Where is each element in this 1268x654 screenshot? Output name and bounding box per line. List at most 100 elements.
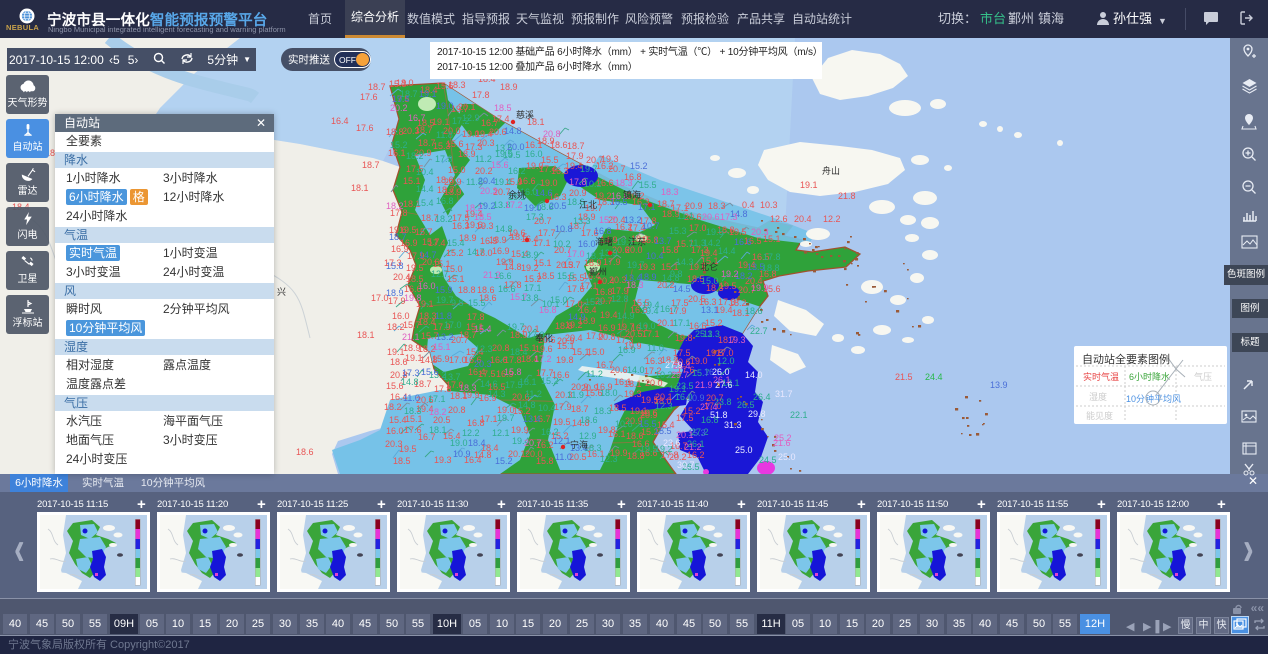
- svg-text:20.8: 20.8: [598, 332, 616, 342]
- svg-text:17.1: 17.1: [673, 318, 691, 328]
- svg-text:18.6: 18.6: [550, 140, 568, 150]
- svg-text:27.6: 27.6: [715, 380, 733, 390]
- svg-text:15.9: 15.9: [435, 285, 453, 295]
- svg-text:15.2: 15.2: [541, 376, 559, 386]
- svg-text:18.2: 18.2: [406, 151, 424, 161]
- svg-text:20.1: 20.1: [458, 102, 476, 112]
- svg-text:17.2: 17.2: [534, 354, 552, 364]
- svg-text:23.6: 23.6: [663, 438, 681, 448]
- svg-text:10.2: 10.2: [584, 179, 602, 189]
- svg-text:17.1: 17.1: [533, 238, 551, 248]
- svg-text:19.6: 19.6: [535, 344, 553, 354]
- svg-text:19.9: 19.9: [751, 283, 769, 293]
- svg-text:18.1: 18.1: [624, 379, 642, 389]
- svg-text:10.4: 10.4: [416, 167, 434, 177]
- svg-text:12.3: 12.3: [655, 401, 673, 411]
- svg-text:20.9: 20.9: [685, 201, 703, 211]
- svg-text:15.3: 15.3: [669, 226, 687, 236]
- svg-text:18.5: 18.5: [494, 103, 512, 113]
- svg-text:15.5: 15.5: [468, 298, 486, 308]
- svg-text:20.7: 20.7: [524, 438, 542, 448]
- svg-text:20.2: 20.2: [475, 166, 493, 176]
- svg-text:14.9: 14.9: [617, 311, 635, 321]
- svg-text:18.9: 18.9: [521, 250, 539, 260]
- svg-text:21.2: 21.2: [684, 442, 702, 452]
- svg-text:鄞州: 鄞州: [589, 266, 607, 277]
- svg-text:24.4: 24.4: [925, 372, 943, 382]
- svg-text:11.1: 11.1: [677, 211, 694, 221]
- svg-text:16.0: 16.0: [578, 239, 596, 249]
- svg-text:15.0: 15.0: [448, 165, 466, 175]
- svg-text:19.8: 19.8: [556, 355, 574, 365]
- svg-text:14.8: 14.8: [495, 224, 513, 234]
- svg-text:20.6: 20.6: [702, 212, 720, 222]
- svg-text:21.9: 21.9: [695, 380, 713, 390]
- svg-text:17.9: 17.9: [603, 257, 621, 267]
- svg-text:19.5: 19.5: [553, 417, 571, 427]
- svg-text:25.0: 25.0: [735, 445, 753, 455]
- svg-text:19.5: 19.5: [399, 444, 417, 454]
- svg-text:18.7: 18.7: [389, 232, 407, 242]
- svg-text:17.6: 17.6: [360, 92, 378, 102]
- svg-text:18.3: 18.3: [459, 383, 477, 393]
- svg-text:11.0: 11.0: [647, 343, 664, 353]
- svg-text:12.2: 12.2: [462, 428, 480, 438]
- svg-text:20.7: 20.7: [608, 164, 626, 174]
- svg-text:18.3: 18.3: [626, 280, 644, 290]
- svg-text:17.8: 17.8: [569, 177, 587, 187]
- svg-text:19.8: 19.8: [675, 333, 693, 343]
- svg-text:15.6: 15.6: [491, 160, 509, 170]
- svg-text:12.3: 12.3: [475, 344, 493, 354]
- svg-text:19.7: 19.7: [497, 413, 515, 423]
- svg-text:14.6: 14.6: [535, 188, 553, 198]
- svg-text:14.4: 14.4: [718, 246, 736, 256]
- svg-text:17.8: 17.8: [472, 90, 490, 100]
- svg-text:18.3: 18.3: [661, 187, 679, 197]
- svg-text:25.3: 25.3: [695, 329, 713, 339]
- svg-text:23.5: 23.5: [676, 381, 694, 391]
- svg-text:10.7: 10.7: [642, 221, 660, 231]
- svg-text:10.6: 10.6: [615, 419, 633, 429]
- svg-text:6小时降水: 6小时降水: [1129, 371, 1170, 382]
- svg-text:11.2: 11.2: [525, 389, 542, 399]
- svg-text:51.8: 51.8: [710, 410, 728, 420]
- svg-text:15.4: 15.4: [389, 415, 407, 425]
- svg-text:18.7: 18.7: [368, 82, 386, 92]
- svg-text:24.5: 24.5: [759, 455, 777, 465]
- svg-text:江北: 江北: [579, 200, 597, 210]
- svg-text:18.7: 18.7: [571, 404, 589, 414]
- svg-text:14.9: 14.9: [568, 312, 586, 322]
- svg-text:29.7: 29.7: [671, 370, 689, 380]
- svg-text:11.8: 11.8: [436, 130, 453, 140]
- svg-text:15.5: 15.5: [654, 426, 672, 436]
- svg-text:16.0: 16.0: [418, 281, 436, 291]
- svg-text:10.2: 10.2: [655, 370, 673, 380]
- svg-text:14.8: 14.8: [504, 126, 522, 136]
- svg-text:17.3: 17.3: [526, 212, 544, 222]
- svg-text:宁海: 宁海: [570, 439, 588, 450]
- svg-text:19.1: 19.1: [800, 180, 818, 190]
- svg-text:15.2: 15.2: [446, 248, 464, 258]
- svg-text:17.5: 17.5: [676, 413, 694, 423]
- svg-text:镇海: 镇海: [623, 189, 641, 200]
- svg-text:15.2: 15.2: [495, 456, 513, 466]
- svg-text:18.3: 18.3: [615, 178, 633, 188]
- svg-text:19.4: 19.4: [600, 310, 618, 320]
- svg-text:18.8: 18.8: [458, 285, 476, 295]
- svg-text:12.8: 12.8: [611, 294, 629, 304]
- svg-text:17.8: 17.8: [763, 252, 781, 262]
- svg-text:13.1: 13.1: [701, 305, 719, 315]
- svg-text:18.7: 18.7: [362, 160, 380, 170]
- svg-text:18.6: 18.6: [296, 447, 314, 457]
- svg-text:17.3: 17.3: [402, 368, 420, 378]
- svg-text:25.0: 25.0: [778, 452, 796, 462]
- svg-text:16.7: 16.7: [408, 113, 426, 123]
- svg-text:16.9: 16.9: [618, 345, 636, 355]
- svg-text:15.8: 15.8: [386, 261, 404, 271]
- svg-text:16.8: 16.8: [594, 226, 612, 236]
- svg-text:21.2: 21.2: [483, 270, 501, 280]
- svg-text:15.0: 15.0: [701, 276, 719, 286]
- svg-text:17.0: 17.0: [444, 320, 462, 330]
- svg-text:10分钟平均风: 10分钟平均风: [1126, 393, 1181, 404]
- svg-text:18.7: 18.7: [415, 125, 433, 135]
